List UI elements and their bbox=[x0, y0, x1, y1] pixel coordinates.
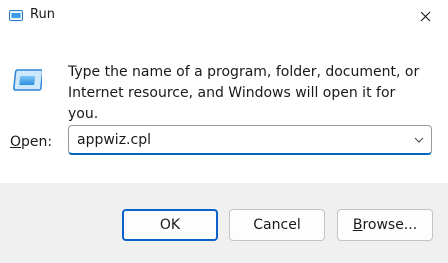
window-title: Run bbox=[30, 7, 55, 22]
title-bar: Run bbox=[0, 0, 448, 32]
open-input[interactable]: appwiz.cpl bbox=[77, 132, 151, 148]
dialog-body: Type the name of a program, folder, docu… bbox=[0, 32, 448, 183]
close-button[interactable] bbox=[402, 0, 448, 32]
button-bar: OK Cancel Browse... bbox=[0, 183, 448, 263]
open-label-accesskey: O bbox=[10, 134, 22, 150]
chevron-down-icon[interactable] bbox=[413, 135, 425, 145]
description-text: Type the name of a program, folder, docu… bbox=[68, 64, 420, 122]
ok-button[interactable]: OK bbox=[122, 209, 218, 241]
cancel-button[interactable]: Cancel bbox=[229, 209, 325, 241]
browse-label-rest: rowse... bbox=[362, 217, 418, 233]
open-label-rest: pen: bbox=[21, 134, 53, 150]
run-icon bbox=[9, 10, 23, 21]
close-icon bbox=[420, 11, 430, 21]
browse-button[interactable]: Browse... bbox=[337, 209, 433, 241]
open-label: Open: bbox=[10, 134, 52, 150]
open-combobox[interactable]: appwiz.cpl bbox=[68, 125, 432, 155]
browse-accesskey: B bbox=[352, 217, 363, 233]
run-icon bbox=[13, 69, 42, 91]
